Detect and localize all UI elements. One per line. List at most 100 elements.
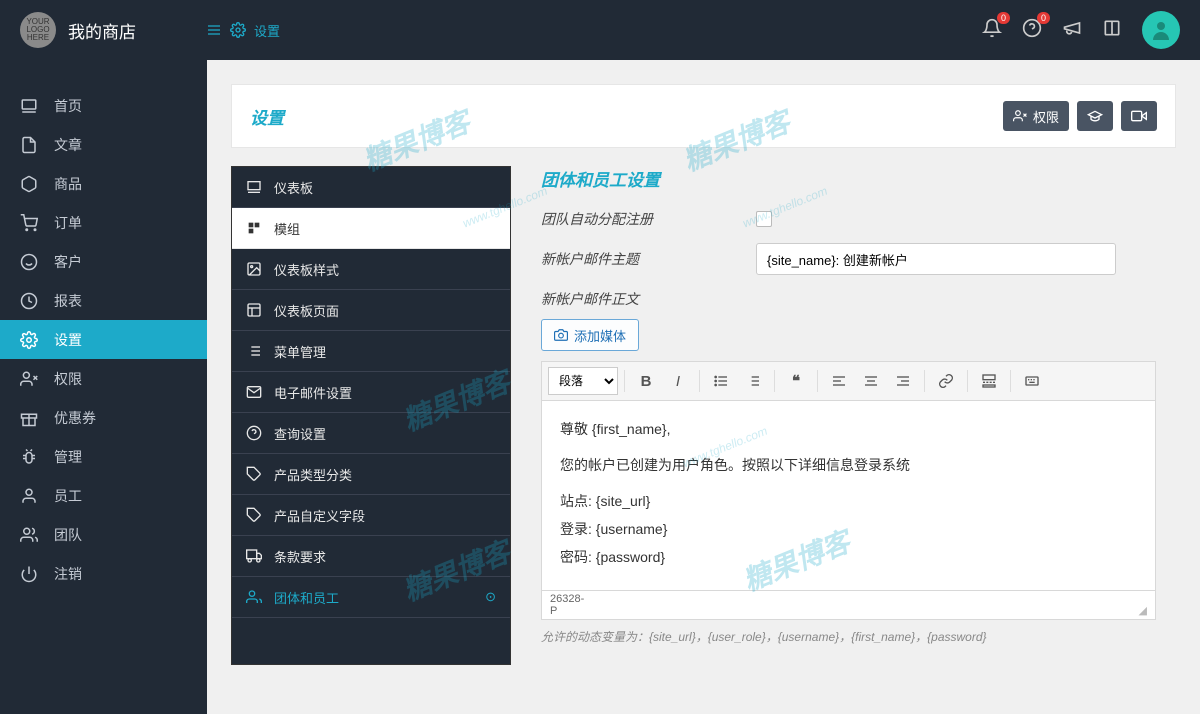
nav-label: 产品自定义字段 (274, 506, 365, 525)
italic-button[interactable]: I (663, 367, 693, 395)
settings-nav-menu[interactable]: 菜单管理 (232, 331, 510, 372)
readmore-button[interactable] (974, 367, 1004, 395)
camera-icon (554, 328, 568, 342)
sidebar-item-label: 首页 (54, 96, 82, 116)
status-text: 26328- (550, 593, 584, 605)
sidebar-item-teams[interactable]: 团队 (0, 515, 207, 554)
nav-label: 仪表板页面 (274, 301, 339, 320)
truck-icon (246, 548, 262, 564)
training-button[interactable] (1077, 101, 1113, 131)
sidebar-item-customers[interactable]: 客户 (0, 242, 207, 281)
tag-icon (246, 507, 262, 523)
section-title: 团体和员工设置 (541, 166, 1156, 191)
resize-handle[interactable]: ◢ (1139, 604, 1147, 617)
logo: YOUR LOGO HERE (20, 12, 56, 48)
bold-button[interactable]: B (631, 367, 661, 395)
button-label: 添加媒体 (574, 326, 626, 345)
settings-nav-terms[interactable]: 条款要求 (232, 536, 510, 577)
nav-label: 仪表板样式 (274, 260, 339, 279)
editor-body[interactable]: 尊敬 {first_name}, 您的帐户已创建为用户角色。按照以下详细信息登录… (541, 401, 1156, 591)
breadcrumb-toggle[interactable]: 设置 (206, 21, 280, 40)
menu-icon (206, 22, 222, 38)
nav-label: 模组 (274, 219, 300, 238)
sidebar-item-label: 商品 (54, 174, 82, 194)
settings-nav-custom-fields[interactable]: 产品自定义字段 (232, 495, 510, 536)
page-title: 设置 (250, 104, 284, 129)
auto-assign-label: 团队自动分配注册 (541, 209, 756, 229)
align-right-button[interactable] (888, 367, 918, 395)
settings-nav-product-type[interactable]: 产品类型分类 (232, 454, 510, 495)
sidebar-item-coupons[interactable]: 优惠券 (0, 398, 207, 437)
cart-icon (20, 214, 38, 232)
list-icon (713, 373, 729, 389)
subject-input[interactable] (756, 243, 1116, 275)
sidebar-item-articles[interactable]: 文章 (0, 125, 207, 164)
status-path: P (550, 605, 557, 617)
sidebar-item-orders[interactable]: 订单 (0, 203, 207, 242)
announcement-button[interactable] (1062, 18, 1082, 43)
auto-assign-checkbox[interactable] (756, 211, 772, 227)
docs-button[interactable] (1102, 18, 1122, 43)
main-sidebar: 首页 文章 商品 订单 客户 报表 设置 权限 优惠券 管理 员工 团队 注销 (0, 60, 207, 714)
settings-nav-email[interactable]: 电子邮件设置 (232, 372, 510, 413)
bullet-list-button[interactable] (706, 367, 736, 395)
settings-nav-dashboard[interactable]: 仪表板 (232, 167, 510, 208)
settings-nav-query[interactable]: 查询设置 (232, 413, 510, 454)
gear-icon (20, 331, 38, 349)
align-center-button[interactable] (856, 367, 886, 395)
users-icon (20, 526, 38, 544)
sidebar-item-manage[interactable]: 管理 (0, 437, 207, 476)
user-x-icon (20, 370, 38, 388)
sidebar-item-label: 注销 (54, 564, 82, 584)
monitor-icon (20, 97, 38, 115)
monitor-icon (246, 179, 262, 195)
nav-label: 查询设置 (274, 424, 326, 443)
sidebar-item-settings[interactable]: 设置 (0, 320, 207, 359)
sidebar-item-home[interactable]: 首页 (0, 86, 207, 125)
megaphone-icon (1062, 18, 1082, 38)
graduation-icon (1087, 108, 1103, 124)
gift-icon (20, 409, 38, 427)
plugin-icon (246, 220, 262, 236)
user-avatar[interactable] (1142, 11, 1180, 49)
keyboard-icon (1024, 373, 1040, 389)
align-right-icon (895, 373, 911, 389)
sidebar-item-label: 设置 (54, 330, 82, 350)
sidebar-item-label: 团队 (54, 525, 82, 545)
sidebar-item-label: 订单 (54, 213, 82, 233)
sidebar-item-label: 报表 (54, 291, 82, 311)
align-left-button[interactable] (824, 367, 854, 395)
user-icon (20, 487, 38, 505)
settings-nav-dashboard-pages[interactable]: 仪表板页面 (232, 290, 510, 331)
link-button[interactable] (931, 367, 961, 395)
sidebar-item-staff[interactable]: 员工 (0, 476, 207, 515)
sidebar-item-label: 优惠券 (54, 408, 96, 428)
readmore-icon (981, 373, 997, 389)
settings-nav-dashboard-style[interactable]: 仪表板样式 (232, 249, 510, 290)
add-media-button[interactable]: 添加媒体 (541, 319, 639, 351)
image-icon (246, 261, 262, 277)
nav-label: 菜单管理 (274, 342, 326, 361)
avatar-icon (1149, 18, 1173, 42)
mail-icon (246, 384, 262, 400)
file-icon (20, 136, 38, 154)
number-list-button[interactable] (738, 367, 768, 395)
notifications-button[interactable]: 0 (982, 18, 1002, 43)
sidebar-item-products[interactable]: 商品 (0, 164, 207, 203)
video-button[interactable] (1121, 101, 1157, 131)
layout-icon (246, 302, 262, 318)
toolbar-toggle-button[interactable] (1017, 367, 1047, 395)
settings-nav: 仪表板 模组 仪表板样式 仪表板页面 菜单管理 电子邮件设置 查询设置 产品类型… (231, 166, 511, 665)
permissions-button[interactable]: 权限 (1003, 101, 1069, 131)
sidebar-item-permissions[interactable]: 权限 (0, 359, 207, 398)
help-badge: 0 (1037, 12, 1050, 24)
sidebar-item-logout[interactable]: 注销 (0, 554, 207, 593)
help-button[interactable]: 0 (1022, 18, 1042, 43)
settings-nav-groups-staff[interactable]: 团体和员工⊙ (232, 577, 510, 618)
settings-nav-modules[interactable]: 模组 (232, 208, 510, 249)
sidebar-item-reports[interactable]: 报表 (0, 281, 207, 320)
format-select[interactable]: 段落 (548, 367, 618, 395)
quote-button[interactable]: ❝ (781, 367, 811, 395)
body-label: 新帐户邮件正文 (541, 289, 756, 309)
editor-toolbar: 段落 B I ❝ (541, 361, 1156, 401)
